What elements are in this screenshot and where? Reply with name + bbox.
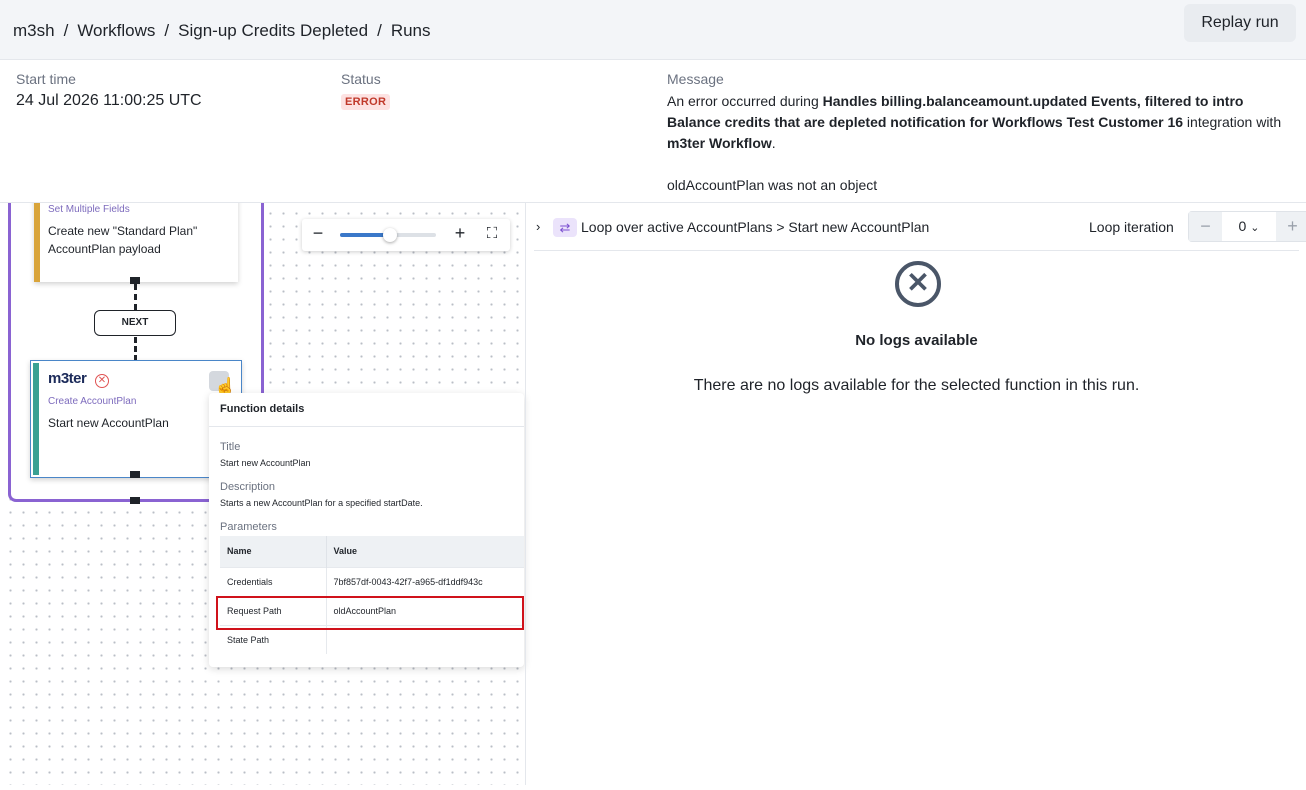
node-handle[interactable]: [130, 471, 140, 478]
message-prefix: An error occurred during: [667, 93, 823, 109]
logs-panel: › ⇄ Loop over active AccountPlans > Star…: [525, 203, 1306, 785]
parameters-label: Parameters: [220, 521, 277, 533]
zoom-slider-knob[interactable]: [382, 228, 397, 242]
zoom-in-button[interactable]: +: [450, 223, 470, 244]
status-label: Status: [341, 71, 381, 87]
iteration-value: 0: [1238, 218, 1247, 234]
popup-heading: Function details: [220, 403, 305, 415]
increment-button[interactable]: +: [1276, 212, 1306, 241]
description-field-value: Starts a new AccountPlan for a specified…: [220, 498, 423, 508]
breadcrumb-item-workflows[interactable]: Workflows: [77, 21, 155, 41]
breadcrumb-item-runs[interactable]: Runs: [391, 21, 431, 41]
breadcrumb-separator: /: [377, 21, 382, 40]
empty-state-description: There are no logs available for the sele…: [693, 377, 1140, 394]
error-icon: ✕: [95, 374, 109, 388]
description-field-label: Description: [220, 481, 276, 493]
breadcrumb: m3sh / Workflows / Sign-up Credits Deple…: [13, 21, 431, 41]
message-text: An error occurred during Handles billing…: [667, 91, 1297, 196]
zoom-out-button[interactable]: −: [308, 223, 328, 244]
zoom-controls: − + ⛶: [302, 219, 510, 251]
iteration-select[interactable]: 0 ⌄: [1222, 212, 1276, 241]
column-header-name: Name: [220, 536, 327, 567]
replay-run-button[interactable]: Replay run: [1184, 4, 1296, 42]
breadcrumb-separator: /: [164, 21, 170, 40]
breadcrumb-item-org[interactable]: m3sh: [13, 21, 55, 41]
request-path-highlight: [216, 596, 524, 630]
status-section: Status ERROR: [341, 71, 391, 110]
chevron-right-icon[interactable]: ›: [536, 219, 540, 234]
message-integration: m3ter Workflow: [667, 135, 772, 151]
table-row: Credentials 7bf857df-0043-42f7-a965-df1d…: [220, 566, 524, 596]
column-header-value: Value: [326, 536, 524, 567]
node-accent-bar: [33, 363, 39, 475]
loop-iteration-stepper: − 0 ⌄ +: [1188, 211, 1306, 242]
loop-iteration-label: Loop iteration: [1089, 219, 1174, 235]
chevron-down-icon: ⌄: [1250, 222, 1260, 234]
param-name: Credentials: [220, 566, 327, 596]
decrement-button[interactable]: −: [1189, 212, 1222, 241]
function-path: Loop over active AccountPlans > Start ne…: [581, 219, 930, 235]
message-label: Message: [667, 71, 724, 87]
start-time-value: 24 Jul 2026 11:00:25 UTC: [16, 92, 202, 109]
page-header: m3sh / Workflows / Sign-up Credits Deple…: [0, 0, 1306, 60]
popup-divider: [209, 426, 524, 427]
start-time-label: Start time: [16, 71, 76, 87]
message-detail: oldAccountPlan was not an object: [667, 177, 878, 193]
run-summary: Start time 24 Jul 2026 11:00:25 UTC Stat…: [0, 60, 1306, 203]
param-value: 7bf857df-0043-42f7-a965-df1ddf943c: [326, 566, 524, 596]
message-suffix: .: [771, 135, 776, 151]
message-section: Message An error occurred during Handles…: [667, 71, 1297, 196]
node-type-label: Create AccountPlan: [48, 396, 137, 407]
next-edge-label[interactable]: NEXT: [94, 310, 176, 336]
message-middle: integration with: [1183, 114, 1282, 130]
empty-state-title: No logs available: [855, 332, 978, 349]
node-type-label: Set Multiple Fields: [48, 204, 130, 215]
node-title: Start new AccountPlan: [48, 416, 169, 430]
logs-panel-header: › ⇄ Loop over active AccountPlans > Star…: [534, 203, 1306, 251]
no-logs-icon: ✕: [895, 261, 941, 307]
status-badge: ERROR: [341, 94, 391, 110]
connector-line: [134, 337, 137, 361]
node-handle[interactable]: [130, 497, 140, 504]
node-handle[interactable]: [130, 277, 140, 284]
breadcrumb-separator: /: [63, 21, 69, 40]
loop-icon: ⇄: [553, 218, 577, 237]
breadcrumb-item-workflow[interactable]: Sign-up Credits Depleted: [178, 21, 368, 41]
node-set-multiple-fields[interactable]: Set Multiple Fields Create new "Standard…: [34, 203, 238, 282]
connector-line: [134, 284, 137, 310]
node-title: Create new "Standard Plan" AccountPlan p…: [48, 224, 198, 256]
start-time-section: Start time 24 Jul 2026 11:00:25 UTC: [16, 71, 202, 110]
parameters-table: Name Value Credentials 7bf857df-0043-42f…: [220, 536, 524, 654]
title-field-label: Title: [220, 441, 241, 453]
zoom-slider[interactable]: [340, 228, 436, 242]
title-field-value: Start new AccountPlan: [220, 458, 311, 468]
fit-view-icon[interactable]: ⛶: [482, 225, 502, 242]
m3ter-logo: m3ter: [48, 370, 87, 387]
